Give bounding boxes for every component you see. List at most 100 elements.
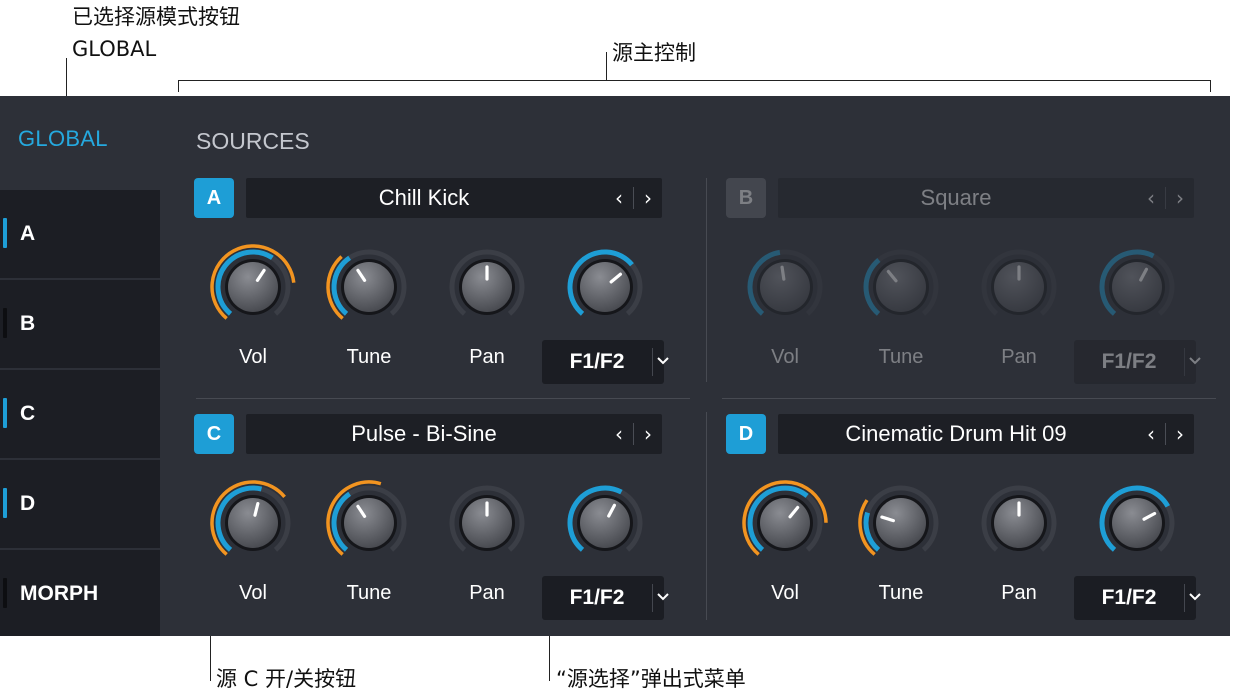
source-d-pan-label: Pan bbox=[1001, 582, 1037, 604]
source-d-section: D Cinematic Drum Hit 09 ‹ › Vol Tune Pan F1/F2 bbox=[726, 414, 1226, 634]
source-d-indicator bbox=[3, 488, 7, 518]
prev-arrow-icon[interactable]: ‹ bbox=[1138, 178, 1164, 218]
chevron-down-icon bbox=[656, 353, 676, 373]
source-a-filter-select[interactable]: F1/F2 bbox=[542, 340, 669, 384]
knob-body bbox=[228, 498, 278, 548]
arrow-separator bbox=[1165, 423, 1166, 445]
source-b-toggle-button[interactable]: B bbox=[726, 178, 766, 218]
source-c-filter-knob[interactable] bbox=[560, 478, 650, 568]
knob-body bbox=[228, 262, 278, 312]
filter-select-separator bbox=[1184, 348, 1185, 376]
source-d-toggle-button[interactable]: D bbox=[726, 414, 766, 454]
source-a-tune-label: Tune bbox=[346, 346, 392, 368]
sidebar-item-morph[interactable]: MORPH bbox=[0, 550, 160, 636]
next-arrow-icon[interactable]: › bbox=[1167, 178, 1193, 218]
source-d-vol-label: Vol bbox=[771, 582, 799, 604]
callout-source-c-toggle: 源 C 开/关按钮 bbox=[216, 667, 357, 691]
global-mode-button[interactable]: GLOBAL bbox=[18, 126, 108, 152]
source-c-pan-knob[interactable] bbox=[442, 478, 532, 568]
source-c-selector[interactable]: Pulse - Bi-Sine ‹ › bbox=[246, 414, 662, 454]
chevron-down-icon bbox=[656, 589, 676, 609]
source-c-filter-select[interactable]: F1/F2 bbox=[542, 576, 669, 620]
callout-bracket-left bbox=[178, 80, 179, 92]
source-b-vol-label: Vol bbox=[771, 346, 799, 368]
source-b-tune-label: Tune bbox=[878, 346, 924, 368]
source-b-section: B Square ‹ › Vol Tune Pan F1/F2 bbox=[726, 178, 1226, 398]
knob-body bbox=[876, 262, 926, 312]
source-a-filter-knob[interactable] bbox=[560, 242, 650, 332]
prev-arrow-icon[interactable]: ‹ bbox=[606, 414, 632, 454]
sources-title: SOURCES bbox=[196, 128, 310, 154]
vertical-divider-top bbox=[706, 178, 707, 382]
arrow-separator bbox=[633, 423, 634, 445]
source-c-tune-label: Tune bbox=[346, 582, 392, 604]
source-b-filter-select[interactable]: F1/F2 bbox=[1074, 340, 1201, 384]
source-d-tune-knob[interactable] bbox=[856, 478, 946, 568]
source-b-filter-knob[interactable] bbox=[1092, 242, 1182, 332]
filter-select-value: F1/F2 bbox=[1101, 350, 1157, 373]
plugin-panel: GLOBAL A B C D MORPH SOURCES A Chill Kick… bbox=[0, 96, 1230, 636]
knob-body bbox=[1112, 498, 1162, 548]
knob-body bbox=[760, 262, 810, 312]
source-a-vol-label: Vol bbox=[239, 346, 267, 368]
source-a-indicator bbox=[3, 218, 7, 248]
next-arrow-icon[interactable]: › bbox=[635, 414, 661, 454]
filter-select-value: F1/F2 bbox=[569, 586, 625, 609]
source-b-selector[interactable]: Square ‹ › bbox=[778, 178, 1194, 218]
knob-body bbox=[344, 262, 394, 312]
chevron-down-icon bbox=[1188, 589, 1208, 609]
prev-arrow-icon[interactable]: ‹ bbox=[606, 178, 632, 218]
filter-select-separator bbox=[652, 348, 653, 376]
next-arrow-icon[interactable]: › bbox=[1167, 414, 1193, 454]
source-c-toggle-button[interactable]: C bbox=[194, 414, 234, 454]
source-c-indicator bbox=[3, 398, 7, 428]
source-a-section: A Chill Kick ‹ › Vol Tune Pan F1/F2 bbox=[194, 178, 694, 398]
knob-body bbox=[580, 262, 630, 312]
source-b-vol-knob[interactable] bbox=[740, 242, 830, 332]
callout-bracket bbox=[178, 80, 1211, 81]
horizontal-divider-right bbox=[722, 398, 1216, 399]
callout-source-popup: “源选择”弹出式菜单 bbox=[556, 667, 746, 691]
source-a-vol-knob[interactable] bbox=[208, 242, 298, 332]
vertical-divider-bottom bbox=[706, 412, 707, 620]
source-b-arrows: ‹ › bbox=[1136, 178, 1194, 218]
source-b-tune-knob[interactable] bbox=[856, 242, 946, 332]
source-d-vol-knob[interactable] bbox=[740, 478, 830, 568]
source-a-selector[interactable]: Chill Kick ‹ › bbox=[246, 178, 662, 218]
source-a-toggle-button[interactable]: A bbox=[194, 178, 234, 218]
arrow-separator bbox=[1165, 187, 1166, 209]
arrow-separator bbox=[633, 187, 634, 209]
prev-arrow-icon[interactable]: ‹ bbox=[1138, 414, 1164, 454]
source-c-pan-label: Pan bbox=[469, 582, 505, 604]
source-c-vol-label: Vol bbox=[239, 582, 267, 604]
filter-select-separator bbox=[652, 584, 653, 612]
knob-body bbox=[580, 498, 630, 548]
source-d-filter-knob[interactable] bbox=[1092, 478, 1182, 568]
source-a-tune-knob[interactable] bbox=[324, 242, 414, 332]
sidebar-item-d[interactable]: D bbox=[0, 460, 160, 548]
filter-select-value: F1/F2 bbox=[569, 350, 625, 373]
sidebar-item-b[interactable]: B bbox=[0, 280, 160, 368]
source-d-filter-select[interactable]: F1/F2 bbox=[1074, 576, 1201, 620]
sidebar-item-a[interactable]: A bbox=[0, 190, 160, 278]
filter-select-value: F1/F2 bbox=[1101, 586, 1157, 609]
knob-body bbox=[876, 498, 926, 548]
sidebar-item-c[interactable]: C bbox=[0, 370, 160, 458]
knob-body bbox=[1112, 262, 1162, 312]
knob-body bbox=[344, 498, 394, 548]
source-d-name: Cinematic Drum Hit 09 bbox=[845, 421, 1067, 446]
source-c-arrows: ‹ › bbox=[604, 414, 662, 454]
source-d-arrows: ‹ › bbox=[1136, 414, 1194, 454]
source-c-vol-knob[interactable] bbox=[208, 478, 298, 568]
source-a-pan-label: Pan bbox=[469, 346, 505, 368]
sidebar-item-label: A bbox=[20, 222, 36, 245]
source-c-tune-knob[interactable] bbox=[324, 478, 414, 568]
sidebar-item-label: D bbox=[20, 492, 36, 515]
source-d-selector[interactable]: Cinematic Drum Hit 09 ‹ › bbox=[778, 414, 1194, 454]
next-arrow-icon[interactable]: › bbox=[635, 178, 661, 218]
source-a-pan-knob[interactable] bbox=[442, 242, 532, 332]
source-d-tune-label: Tune bbox=[878, 582, 924, 604]
knob-pointer bbox=[780, 265, 786, 281]
source-d-pan-knob[interactable] bbox=[974, 478, 1064, 568]
source-b-pan-knob[interactable] bbox=[974, 242, 1064, 332]
